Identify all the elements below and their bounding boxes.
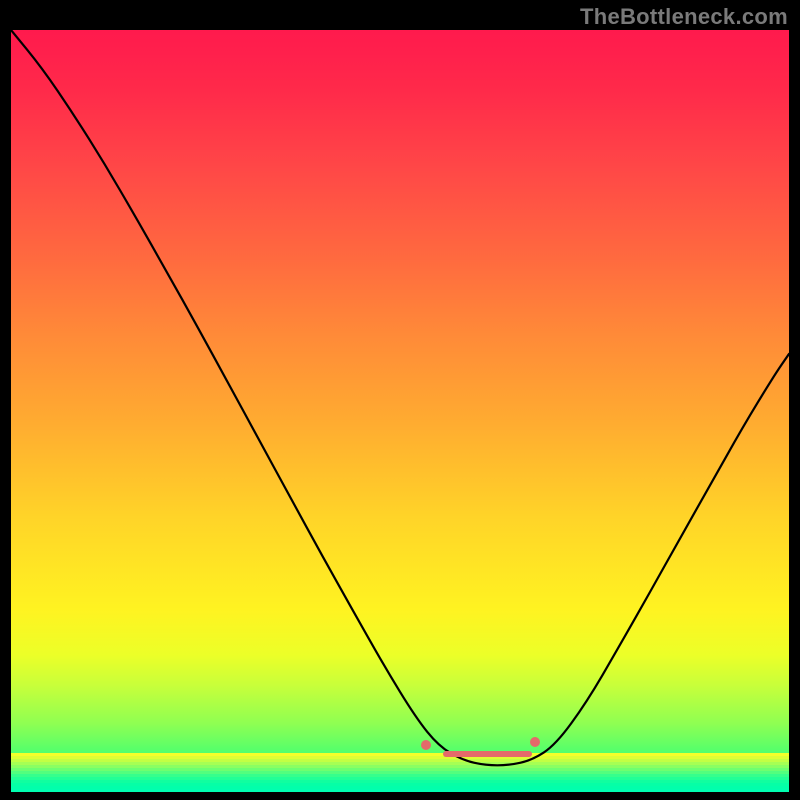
highlight-point <box>421 740 431 750</box>
curve-svg <box>11 30 789 792</box>
bottleneck-curve <box>11 30 789 765</box>
highlight-bar <box>443 751 532 757</box>
watermark-text: TheBottleneck.com <box>580 4 788 30</box>
chart-frame <box>11 30 789 792</box>
plot-area <box>11 30 789 792</box>
